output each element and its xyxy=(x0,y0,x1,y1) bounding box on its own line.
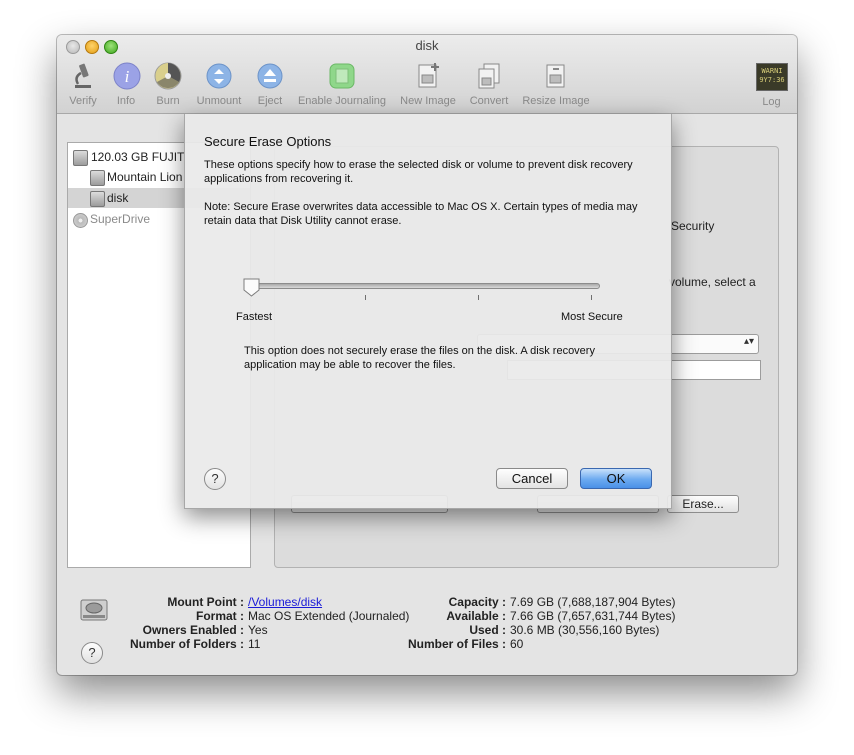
disk-icon xyxy=(79,594,108,622)
unmount-icon xyxy=(204,61,234,91)
info-label: Info xyxy=(116,95,136,107)
number-of-files-label: Number of Files : xyxy=(407,637,506,651)
sheet-description: These options specify how to erase the s… xyxy=(204,159,633,185)
unmount-button[interactable]: Unmount xyxy=(193,61,245,107)
optical-disc-icon xyxy=(73,213,88,228)
erase-instructions-select-volume: volume, select a xyxy=(669,275,756,289)
secure-erase-slider-knob[interactable] xyxy=(243,278,260,297)
eject-label: Eject xyxy=(257,95,283,107)
format-value: Mac OS Extended (Journaled) xyxy=(248,609,410,623)
slider-tick xyxy=(365,295,366,300)
burn-button[interactable]: Burn xyxy=(153,61,183,107)
new-image-button[interactable]: New Image xyxy=(397,61,459,107)
convert-button[interactable]: Convert xyxy=(466,61,512,107)
disk-info-area: ? Mount Point : /Volumes/disk Format : M… xyxy=(57,580,797,675)
cancel-button[interactable]: Cancel xyxy=(496,468,568,489)
log-icon: WARNI 9Y7:36 xyxy=(756,63,788,91)
used-value: 30.6 MB (30,556,160 Bytes) xyxy=(510,623,660,637)
mount-point-value[interactable]: /Volumes/disk xyxy=(248,595,322,609)
available-value: 7.66 GB (7,657,631,744 Bytes) xyxy=(510,609,676,623)
slider-min-label: Fastest xyxy=(236,311,273,323)
new-image-label: New Image xyxy=(400,95,456,107)
sidebar-item-label: SuperDrive xyxy=(90,212,151,226)
option-description: This option does not securely erase the … xyxy=(244,345,595,371)
mount-point-label: Mount Point : xyxy=(167,595,244,609)
mount-point-link[interactable]: /Volumes/disk xyxy=(248,595,322,609)
hard-disk-icon xyxy=(73,150,88,166)
convert-icon xyxy=(474,61,504,91)
used-label: Used : xyxy=(469,623,506,637)
volume-icon xyxy=(90,170,105,186)
volume-icon xyxy=(90,191,105,207)
window-title: disk xyxy=(415,38,439,53)
secure-erase-options-sheet: Secure Erase Options These options speci… xyxy=(184,114,672,509)
log-button[interactable]: WARNI 9Y7:36 Log xyxy=(756,61,788,108)
eject-button[interactable]: Eject xyxy=(254,61,286,107)
titlebar: disk Verify i Info Burn Unmount Eject En… xyxy=(57,35,797,114)
owners-enabled-label: Owners Enabled : xyxy=(142,623,244,637)
enable-journaling-label: Enable Journaling xyxy=(297,95,387,107)
sidebar-item-label: disk xyxy=(107,191,129,205)
sheet-title: Secure Erase Options xyxy=(204,134,332,149)
erase-button[interactable]: Erase... xyxy=(667,495,739,513)
sidebar-item-label: 120.03 GB FUJIT xyxy=(91,150,185,164)
new-image-icon xyxy=(413,61,443,91)
slider-max-label: Most Secure xyxy=(561,311,623,323)
format-label: Format : xyxy=(196,609,244,623)
capacity-label: Capacity : xyxy=(448,595,506,609)
unmount-label: Unmount xyxy=(196,95,242,107)
secure-erase-slider-track[interactable] xyxy=(253,283,600,289)
available-label: Available : xyxy=(446,609,506,623)
eject-icon xyxy=(255,61,285,91)
info-icon: i xyxy=(112,61,142,91)
info-help-button[interactable]: ? xyxy=(81,642,103,664)
number-of-files-value: 60 xyxy=(510,637,524,651)
capacity-value: 7.69 GB (7,688,187,904 Bytes) xyxy=(510,595,676,609)
log-badge: WARNI 9Y7:36 xyxy=(759,67,785,84)
microscope-icon xyxy=(68,61,98,91)
select-arrows-icon: ▴▾ xyxy=(743,336,754,347)
resize-image-icon xyxy=(541,61,571,91)
sidebar-item-label: Mountain Lion xyxy=(107,170,183,184)
enable-journaling-button[interactable]: Enable Journaling xyxy=(295,61,389,107)
sheet-note: Note: Secure Erase overwrites data acces… xyxy=(204,201,638,227)
owners-enabled-value: Yes xyxy=(248,623,268,637)
erase-instructions-security: Security xyxy=(671,219,715,233)
resize-image-button[interactable]: Resize Image xyxy=(519,61,593,107)
number-of-folders-value: 11 xyxy=(248,637,261,651)
verify-button[interactable]: Verify xyxy=(67,61,99,107)
convert-label: Convert xyxy=(469,95,509,107)
journaling-icon xyxy=(327,61,357,91)
slider-tick xyxy=(591,295,592,300)
ok-button[interactable]: OK xyxy=(580,468,652,489)
verify-label: Verify xyxy=(69,95,97,107)
log-label: Log xyxy=(762,96,781,108)
burn-label: Burn xyxy=(156,95,180,107)
info-button[interactable]: i Info xyxy=(112,61,142,107)
resize-image-label: Resize Image xyxy=(522,95,590,107)
burn-icon xyxy=(153,61,183,91)
svg-text:i: i xyxy=(125,67,130,86)
slider-tick xyxy=(478,295,479,300)
sheet-help-button[interactable]: ? xyxy=(204,468,226,490)
number-of-folders-label: Number of Folders : xyxy=(129,637,244,651)
